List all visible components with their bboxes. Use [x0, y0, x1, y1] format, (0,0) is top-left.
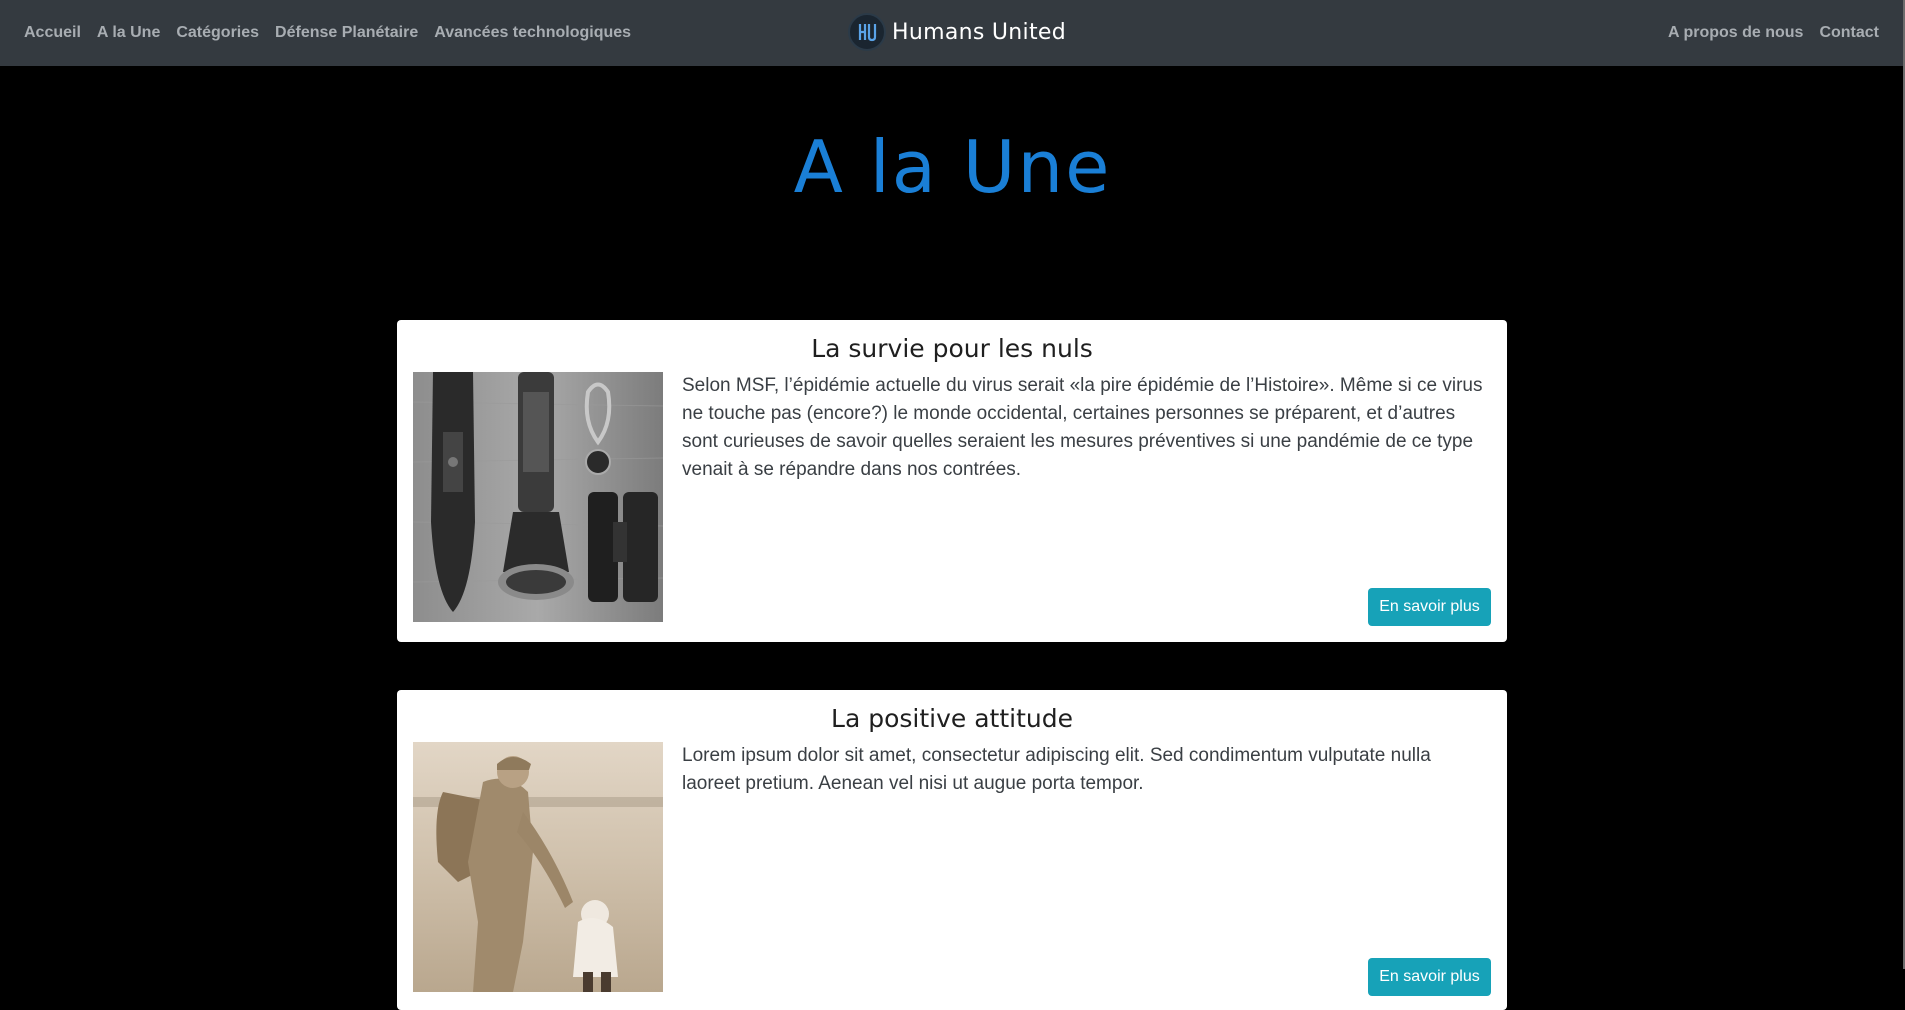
nav-link-categories[interactable]: Catégories [176, 24, 259, 42]
article-excerpt: Selon MSF, l’épidémie actuelle du virus … [682, 375, 1483, 480]
brand-link[interactable]: Humans United [848, 13, 1066, 51]
brand-logo-icon [848, 13, 886, 51]
nav-link-accueil[interactable]: Accueil [24, 24, 81, 42]
article-title: La positive attitude [831, 704, 1073, 733]
brand-name: Humans United [892, 19, 1066, 45]
article-card: La survie pour les nuls Selon MSF, l’épi… [397, 320, 1507, 642]
article-card: La positive attitude Lorem ipsum dolor s… [397, 690, 1507, 1010]
article-image-survival-gear [413, 372, 663, 622]
article-excerpt: Lorem ipsum dolor sit amet, consectetur … [682, 745, 1431, 794]
nav-link-contact[interactable]: Contact [1819, 24, 1879, 42]
page-title: A la Une [793, 125, 1112, 209]
nav-link-a-la-une[interactable]: A la Une [97, 24, 160, 42]
nav-link-avancees-technologiques[interactable]: Avancées technologiques [434, 24, 631, 42]
article-image-soldier-child [413, 742, 663, 992]
read-more-button[interactable]: En savoir plus [1368, 958, 1491, 996]
nav-left-group: Accueil A la Une Catégories Défense Plan… [24, 24, 631, 42]
read-more-button[interactable]: En savoir plus [1368, 588, 1491, 626]
nav-link-a-propos[interactable]: A propos de nous [1668, 24, 1803, 42]
nav-link-defense-planetaire[interactable]: Défense Planétaire [275, 24, 418, 42]
nav-right-group: A propos de nous Contact [1668, 24, 1881, 42]
article-title: La survie pour les nuls [811, 334, 1093, 363]
